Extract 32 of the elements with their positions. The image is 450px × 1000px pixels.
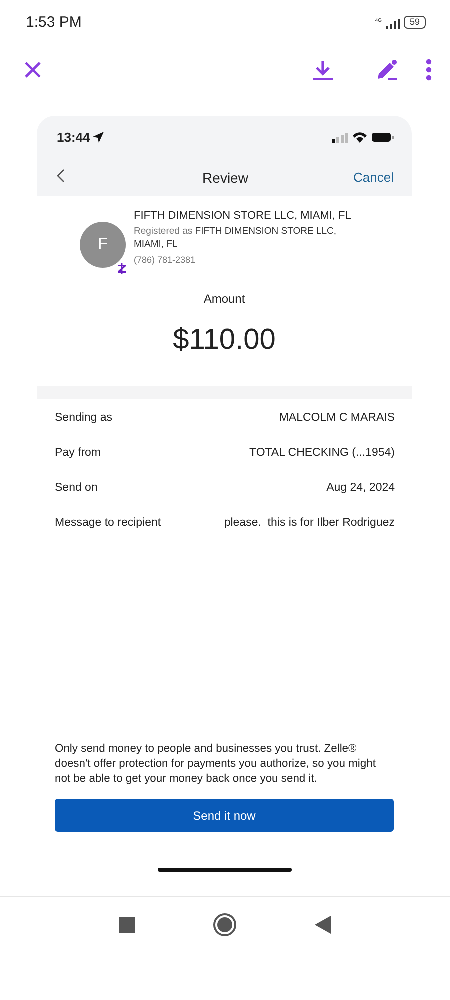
detail-value: please. this is for Ilber Rodriguez (224, 516, 395, 531)
amount-label: Amount (202, 292, 246, 306)
battery-level: 59 (404, 16, 426, 28)
cancel-link[interactable]: Cancel (354, 170, 394, 185)
detail-label: Message to recipient (55, 516, 162, 531)
detail-label: Sending as (55, 411, 113, 426)
detail-label: Pay from (55, 446, 102, 461)
send-button[interactable]: Send it now (55, 799, 394, 832)
close-icon[interactable] (24, 61, 42, 79)
recipient-name: FIFTH DIMENSION STORE LLC, MIAMI, FL (134, 210, 352, 223)
recipient-phone: (786) 781-2381 (134, 254, 197, 267)
zelle-badge-icon (118, 263, 126, 274)
recents-icon[interactable] (119, 916, 135, 936)
disclaimer-text: Only send money to people and businesses you trust. Zelle® doesn't offer protection for payments you authorize, so you might not be able to get your money back once you send it. (55, 742, 377, 787)
detail-value: TOTAL CHECKING (...1954) (250, 446, 395, 461)
download-icon[interactable] (311, 58, 335, 82)
status-icons-drawing (332, 132, 394, 143)
detail-label: Send on (55, 481, 98, 496)
avatar: F (80, 222, 126, 268)
screenshot-status-time: 13:44 (57, 130, 90, 145)
registered-name: Registered as FIFTH DIMENSION STORE LLC, MIAMI, FL (134, 225, 338, 251)
status-time: 1:53 PM (26, 14, 82, 30)
back-icon[interactable] (315, 916, 331, 936)
detail-value: Aug 24, 2024 (326, 481, 395, 496)
screen-title: Review (202, 170, 248, 186)
home-icon[interactable] (213, 912, 237, 940)
more-icon[interactable] (426, 59, 432, 81)
pen-icon[interactable] (375, 58, 399, 82)
amount-value: $110.00 (172, 324, 277, 357)
location-arrow-icon (93, 132, 104, 143)
signal-icon (386, 18, 400, 28)
detail-value: MALCOLM C MARAIS (279, 411, 395, 426)
